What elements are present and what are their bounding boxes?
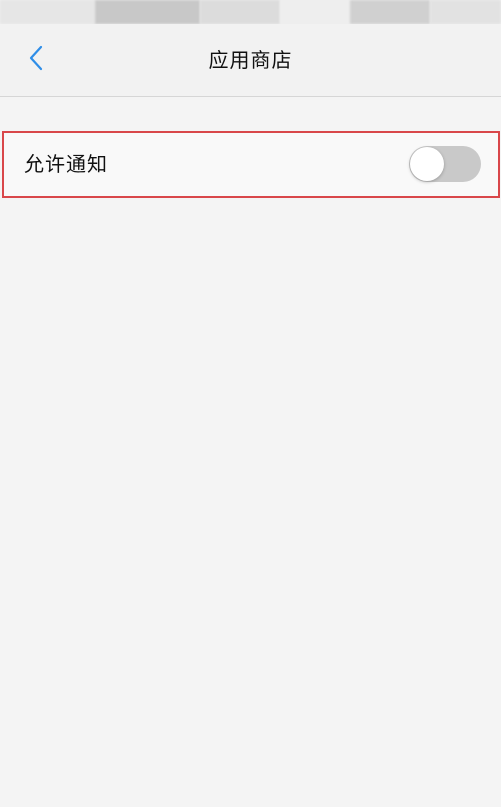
navigation-bar: 应用商店: [0, 24, 501, 97]
setting-row-allow-notifications: 允许通知: [2, 131, 500, 198]
setting-label: 允许通知: [24, 152, 108, 176]
status-bar: [0, 0, 501, 24]
status-blur-block: [95, 0, 200, 24]
chevron-left-icon: [26, 44, 46, 76]
status-blur-block: [280, 0, 350, 24]
toggle-knob: [410, 147, 444, 181]
page-title: 应用商店: [208, 48, 293, 72]
status-blur-block: [200, 0, 280, 24]
allow-notifications-toggle[interactable]: [409, 146, 481, 182]
back-button[interactable]: [18, 42, 54, 78]
status-blur-block: [430, 0, 501, 24]
status-blur-block: [350, 0, 430, 24]
status-blur-block: [0, 0, 95, 24]
